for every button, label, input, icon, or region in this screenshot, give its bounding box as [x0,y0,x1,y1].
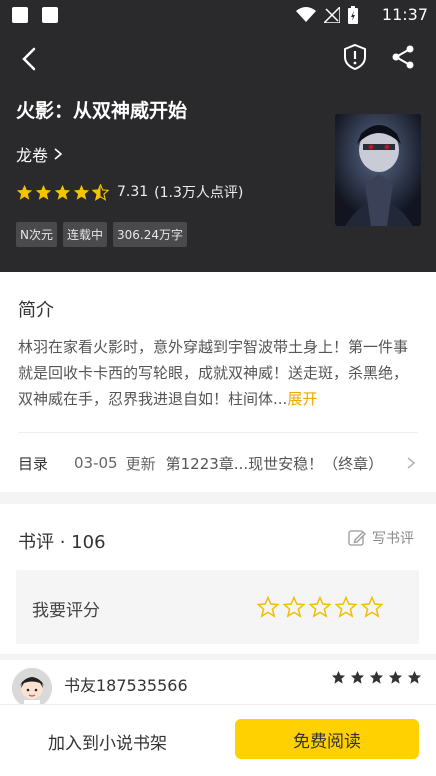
free-read-label: 免费阅读 [293,731,361,752]
star-outline-icon[interactable] [335,596,357,618]
expand-link[interactable]: 展开 [287,390,317,408]
bottom-action-bar: 加入到小说书架 免费阅读 [0,704,436,776]
top-nav [0,36,436,80]
star-full-icon [16,184,33,200]
edit-icon [348,530,366,546]
status-icons [296,6,358,24]
tag-status: 连载中 [62,222,107,247]
rate-box: 我要评分 [16,570,419,644]
rating-count: (1.3万人点评) [154,185,244,201]
notification-icon [42,7,58,23]
star-full-icon [407,670,422,684]
toc-date: 03-05 [74,454,118,472]
intro-section: 简介 林羽在家看火影时，意外穿越到宇智波带土身上！第一件事就是回收卡卡西的写轮眼… [0,272,436,492]
star-full-icon [331,670,346,684]
star-full-icon [54,184,71,200]
intro-heading: 简介 [18,300,54,321]
reviews-heading: 书评 · 106 [18,532,106,553]
author-link[interactable]: 龙卷 [16,142,64,166]
book-title: 火影：从双神威开始 [16,100,188,122]
add-to-shelf-button[interactable]: 加入到小说书架 [48,729,167,754]
battery-icon [348,6,358,24]
intro-text: 林羽在家看火影时，意外穿越到宇智波带土身上！第一件事就是回收卡卡西的写轮眼，成就… [18,334,418,412]
table-of-contents-row[interactable]: 目录 03-05 更新 第1223章...现世安稳！（终章） [18,448,418,478]
chevron-right-icon [407,457,416,469]
book-header: 11:37 火影：从双神威开始 龙卷 7.31 (1.3万人点评) N次元 连载… [0,0,436,272]
rating-row: 7.31 (1.3万人点评) [16,182,243,202]
reviewer-name: 书友187535566 [64,676,188,695]
star-full-icon [35,184,52,200]
chevron-right-icon [54,148,63,160]
write-review-button[interactable]: 写书评 [348,528,414,548]
star-outline-icon[interactable] [283,596,305,618]
reviews-section: 书评 · 106 写书评 我要评分 书友187535566 [0,504,436,708]
status-bar: 11:37 [0,0,436,30]
toc-latest-chapter: 第1223章...现世安稳！（终章） [165,454,384,473]
wifi-icon [296,7,316,22]
rate-label: 我要评分 [32,601,100,621]
cover-art [335,114,421,226]
tag-category: N次元 [16,222,57,247]
notification-icon [12,7,28,23]
avatar-image [12,668,52,708]
clock: 11:37 [381,5,428,24]
toc-update-label: 更新 [125,454,156,473]
reviewer-rating [331,670,422,685]
star-full-icon [388,670,403,684]
write-review-label: 写书评 [372,531,414,547]
back-arrow-icon[interactable] [14,44,44,74]
star-full-icon [73,184,90,200]
star-outline-icon[interactable] [257,596,279,618]
free-read-button[interactable]: 免费阅读 [235,719,419,759]
book-cover[interactable] [335,114,421,226]
share-icon[interactable] [388,42,418,72]
rate-stars [257,596,383,618]
star-outline-icon[interactable] [309,596,331,618]
avatar[interactable] [12,668,52,708]
divider [0,654,436,660]
intro-body: 林羽在家看火影时，意外穿越到宇智波带土身上！第一件事就是回收卡卡西的写轮眼，成就… [18,338,409,408]
rating-score: 7.31 [117,184,149,200]
signal-icon [324,7,340,23]
author-name: 龙卷 [16,146,49,165]
book-tags: N次元 连载中 306.24万字 [16,222,187,247]
tag-wordcount: 306.24万字 [113,222,187,247]
toc-label: 目录 [18,454,49,473]
star-half-icon [92,183,109,201]
report-shield-icon[interactable] [340,42,370,72]
divider [18,432,418,433]
star-full-icon [350,670,365,684]
star-full-icon [369,670,384,684]
star-outline-icon[interactable] [361,596,383,618]
